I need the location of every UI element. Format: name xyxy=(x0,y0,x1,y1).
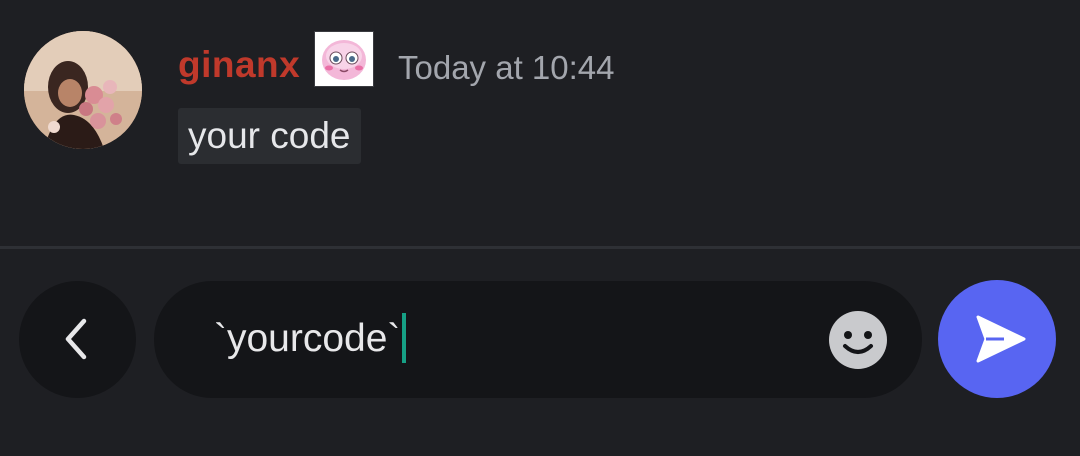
message-input-box[interactable]: `yourcode` xyxy=(154,281,922,398)
chat-message: ginanx Today at 10:44 your code xyxy=(0,0,1080,246)
pink-blob-emoji-icon xyxy=(314,31,374,87)
message-inline-code: your code xyxy=(178,108,361,164)
paper-plane-send-icon xyxy=(976,315,1026,363)
chat-screen: ginanx Today at 10:44 your code `yourcod… xyxy=(0,0,1080,456)
back-button[interactable] xyxy=(19,281,136,398)
smiley-face-icon xyxy=(829,311,887,369)
composer-divider xyxy=(0,246,1080,249)
chevron-left-icon xyxy=(65,318,87,360)
user-avatar[interactable] xyxy=(24,31,142,149)
emoji-button[interactable] xyxy=(828,310,888,370)
send-button[interactable] xyxy=(938,280,1056,398)
message-username[interactable]: ginanx xyxy=(178,44,300,86)
message-input[interactable]: `yourcode` xyxy=(214,313,407,365)
text-caret xyxy=(402,313,407,363)
message-timestamp: Today at 10:44 xyxy=(398,49,615,86)
message-input-value: `yourcode` xyxy=(214,317,401,360)
avatar-photo-icon xyxy=(24,31,142,149)
